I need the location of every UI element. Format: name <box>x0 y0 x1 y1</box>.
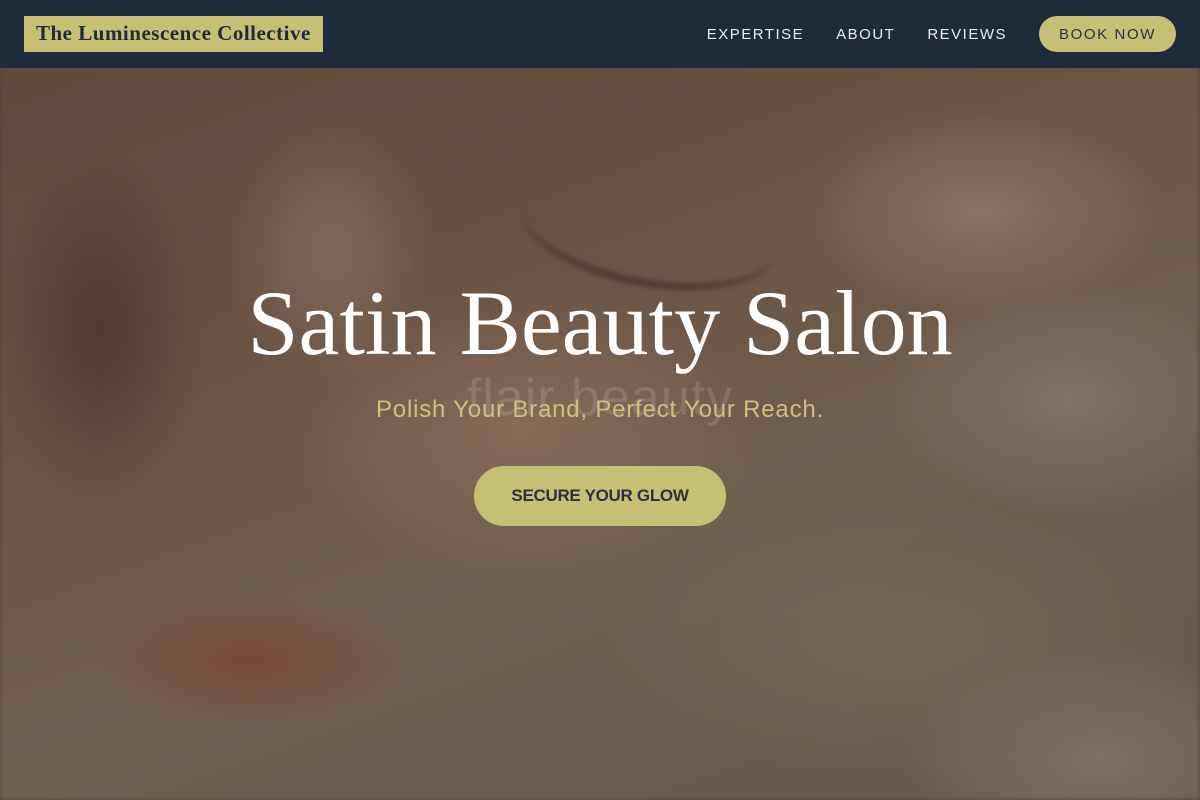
logo[interactable]: The Luminescence Collective <box>24 16 323 52</box>
hero-tagline: Polish Your Brand, Perfect Your Reach. <box>375 396 824 423</box>
nav-link-reviews[interactable]: REVIEWS <box>927 26 1007 43</box>
nav-link-expertise[interactable]: EXPERTISE <box>707 26 804 43</box>
secure-your-glow-button[interactable]: SECURE YOUR GLOW <box>474 466 726 526</box>
hero-section: Satin Beauty Salon flair beauty Polish Y… <box>0 68 1200 800</box>
nav-link-about[interactable]: ABOUT <box>836 26 895 43</box>
page: The Luminescence Collective EXPERTISE AB… <box>0 0 1200 800</box>
nav-menu: EXPERTISE ABOUT REVIEWS BOOK NOW <box>707 16 1176 52</box>
hero-title: Satin Beauty Salon <box>247 272 953 374</box>
book-now-button[interactable]: BOOK NOW <box>1039 16 1176 52</box>
navbar: The Luminescence Collective EXPERTISE AB… <box>0 0 1200 68</box>
